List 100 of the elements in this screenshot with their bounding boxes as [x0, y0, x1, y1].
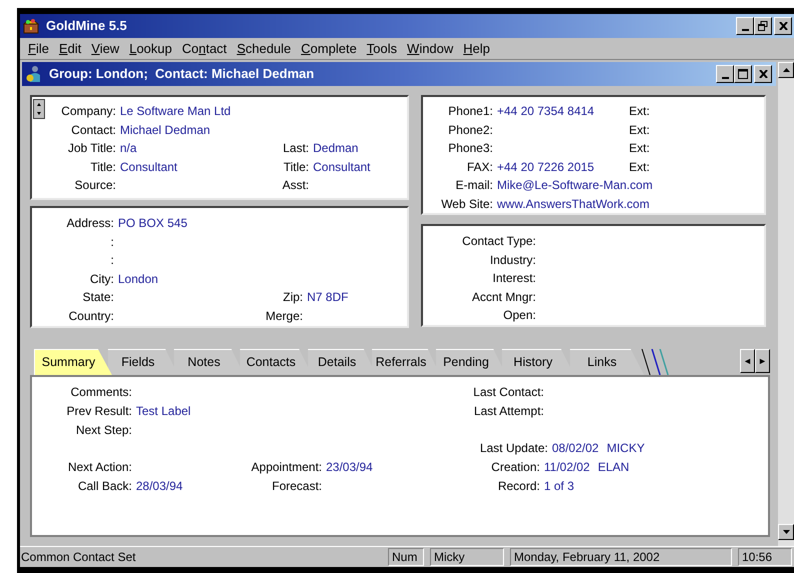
field-label: Forecast:	[270, 478, 322, 495]
field-value: London	[118, 270, 158, 288]
field-value: 23/03/94	[326, 459, 373, 476]
field-label: Last Contact:	[472, 384, 544, 402]
menu-item[interactable]: Window	[402, 38, 458, 58]
field-label: Last Attempt:	[472, 403, 544, 420]
field-label: Ext:	[629, 158, 650, 176]
maximize-button[interactable]	[734, 65, 752, 83]
status-text: Num	[388, 548, 424, 566]
field-label: Comments:	[70, 384, 132, 402]
menu-item[interactable]: View	[86, 38, 124, 58]
field-label: Open:	[502, 307, 536, 324]
field-label: Accnt Mngr:	[470, 288, 536, 306]
field-label: FAX:	[466, 158, 493, 176]
field-label: Merge:	[264, 308, 303, 325]
field-value: 1 of 3	[544, 478, 574, 495]
window-title: GoldMine 5.5	[46, 17, 127, 36]
down-arrow-icon	[37, 112, 41, 115]
field-value: 08/02/02	[552, 440, 599, 458]
menu-item[interactable]: Help	[458, 38, 496, 58]
field-label: Interest:	[492, 270, 536, 288]
person-icon	[25, 65, 43, 83]
scroll-left-button[interactable]: ◄	[740, 349, 755, 373]
field-label: Zip:	[282, 289, 303, 306]
field-label: Title:	[89, 158, 116, 176]
field-label: Creation:	[490, 459, 540, 476]
field-label: Country:	[68, 308, 114, 325]
field-value: ELAN	[598, 459, 630, 476]
scrollbar[interactable]	[778, 62, 794, 546]
field-value: Mike@Le-Software-Man.com	[497, 177, 653, 194]
field-label: Ext:	[629, 140, 650, 158]
field-label: :	[110, 234, 114, 251]
menu-item[interactable]: Edit	[54, 38, 86, 58]
field-label: Phone3:	[447, 140, 493, 158]
up-arrow-icon	[37, 103, 41, 106]
field-value: Test Label	[136, 403, 191, 420]
field-label: :	[110, 252, 114, 270]
field-label: Title:	[282, 158, 309, 176]
field-value: n/a	[120, 140, 137, 158]
menu-item[interactable]: Schedule	[232, 38, 296, 58]
field-label: Last Update:	[478, 440, 548, 458]
menu-item[interactable]: Complete	[296, 38, 362, 58]
status-text: Micky	[430, 548, 504, 566]
field-value: +44 20 7354 8414	[497, 103, 594, 120]
status-text: 10:56	[738, 548, 792, 566]
field-label: Appointment:	[250, 459, 322, 476]
field-value: MICKY	[606, 440, 645, 458]
scroll-up-button[interactable]	[778, 62, 794, 78]
status-text: Monday, February 11, 2002	[510, 548, 732, 566]
field-label: Contact Type:	[461, 233, 536, 250]
field-label: Call Back:	[76, 478, 132, 495]
field-label: Ext:	[629, 103, 650, 120]
field-label: Prev Result:	[66, 403, 132, 420]
spin-button[interactable]	[33, 99, 45, 119]
field-label: Record:	[496, 478, 540, 495]
field-label: State:	[82, 289, 114, 306]
field-label: Next Step:	[74, 422, 132, 439]
field-label: Job Title:	[66, 140, 116, 158]
menu-item[interactable]: Lookup	[124, 38, 177, 58]
status-text: Common Contact Set	[20, 549, 137, 566]
field-label: Source:	[74, 177, 116, 194]
field-value: Consultant	[313, 158, 370, 176]
restore-icon	[758, 21, 768, 31]
close-button[interactable]	[754, 65, 772, 83]
menu-item[interactable]: Tools	[362, 38, 402, 58]
field-value: Michael Dedman	[120, 122, 210, 139]
field-label: Industry:	[488, 252, 536, 269]
menu-item[interactable]: File	[23, 38, 54, 58]
field-label: Contact:	[70, 122, 116, 139]
field-value: Le Software Man Ltd	[120, 103, 231, 120]
field-value: 28/03/94	[136, 478, 183, 495]
field-value: PO BOX 545	[118, 215, 188, 232]
scroll-down-button[interactable]	[778, 524, 794, 540]
field-label: Address:	[66, 215, 114, 232]
menu-item[interactable]: Contact	[176, 38, 232, 58]
field-label: City:	[89, 270, 114, 288]
field-label: Asst:	[281, 177, 309, 194]
field-value: Consultant	[120, 158, 178, 176]
field-value: Dedman	[313, 140, 358, 158]
treasure-chest-icon	[22, 17, 40, 35]
field-value: www.AnswersThatWork.com	[497, 196, 650, 213]
field-label: Company:	[60, 103, 116, 120]
close-icon	[778, 22, 788, 30]
field-label: Phone2:	[447, 122, 493, 139]
field-value: N7 8DF	[307, 289, 348, 306]
child-window-title: Group: London; Contact: Michael Dedman	[49, 65, 314, 84]
field-value: 11/02/02	[544, 459, 590, 476]
tab[interactable]: Links	[570, 349, 644, 375]
close-button[interactable]	[774, 17, 792, 35]
down-arrow-icon	[782, 530, 790, 534]
tab[interactable]: Summary	[34, 349, 112, 375]
up-arrow-icon	[782, 68, 790, 72]
restore-button[interactable]	[754, 17, 772, 35]
minimize-button[interactable]	[736, 17, 754, 35]
field-label: Next Action:	[66, 459, 132, 476]
field-value: +44 20 7226 2015	[497, 158, 594, 176]
scroll-right-button[interactable]: ►	[755, 349, 770, 373]
minimize-button[interactable]	[716, 65, 734, 83]
maximize-icon	[738, 69, 748, 79]
field-label: E-mail:	[454, 177, 493, 194]
